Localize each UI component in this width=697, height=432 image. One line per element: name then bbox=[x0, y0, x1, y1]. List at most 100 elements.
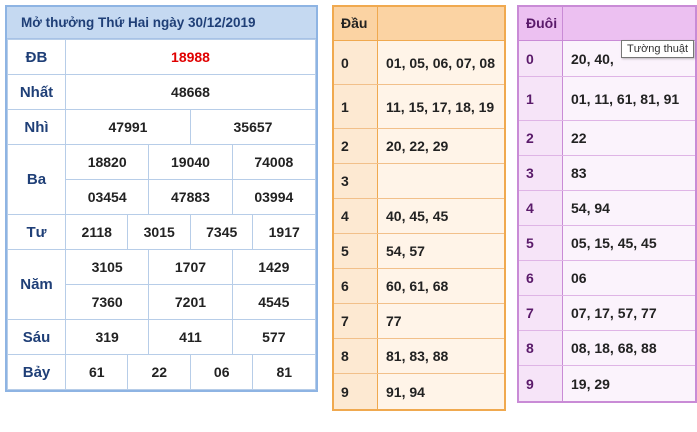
duoi-values: 07, 17, 57, 77 bbox=[563, 296, 695, 330]
dau-values: 60, 61, 68 bbox=[378, 269, 504, 303]
prize-value: 577 bbox=[231, 319, 317, 355]
prize-label-sau: Sáu bbox=[7, 319, 66, 355]
dau-row: 4 40, 45, 45 bbox=[334, 199, 504, 234]
prize-value: 18820 bbox=[64, 144, 150, 180]
prize-label-nhat: Nhất bbox=[7, 74, 66, 110]
dau-row: 1 11, 15, 17, 18, 19 bbox=[334, 85, 504, 129]
dau-values: 40, 45, 45 bbox=[378, 199, 504, 233]
duoi-table: Đuôi 0 20, 40, 1 01, 11, 61, 81, 91 2 22… bbox=[517, 5, 697, 403]
dau-key: 0 bbox=[334, 41, 378, 84]
dau-row: 7 77 bbox=[334, 304, 504, 339]
duoi-row: 2 22 bbox=[519, 121, 695, 156]
prize-value: 03994 bbox=[231, 179, 317, 215]
duoi-values: 01, 11, 61, 81, 91 bbox=[563, 77, 695, 120]
dau-values: 54, 57 bbox=[378, 234, 504, 268]
prize-label-ba: Ba bbox=[7, 144, 66, 215]
prize-label-tu: Tư bbox=[7, 214, 66, 250]
dau-row: 9 91, 94 bbox=[334, 374, 504, 409]
duoi-row: 5 05, 15, 45, 45 bbox=[519, 226, 695, 261]
duoi-header: Đuôi bbox=[519, 7, 695, 41]
prize-value: 411 bbox=[148, 319, 233, 355]
dau-row: 6 60, 61, 68 bbox=[334, 269, 504, 304]
duoi-row: 8 08, 18, 68, 88 bbox=[519, 331, 695, 366]
prize-value: 61 bbox=[64, 354, 129, 390]
duoi-key: 0 bbox=[519, 41, 563, 76]
duoi-row: 6 06 bbox=[519, 261, 695, 296]
dau-values: 01, 05, 06, 07, 08 bbox=[378, 41, 504, 84]
prize-value: 3015 bbox=[127, 214, 191, 250]
dau-key: 5 bbox=[334, 234, 378, 268]
duoi-row: 7 07, 17, 57, 77 bbox=[519, 296, 695, 331]
prize-value: 7360 bbox=[64, 284, 150, 320]
dau-header-blank bbox=[378, 7, 504, 40]
prize-value-nhat: 48668 bbox=[65, 74, 316, 110]
duoi-header-blank bbox=[563, 7, 695, 40]
dau-header-label: Đầu bbox=[334, 7, 378, 40]
prize-value: 7201 bbox=[148, 284, 233, 320]
prize-value: 7345 bbox=[189, 214, 254, 250]
prize-value: 1429 bbox=[231, 249, 317, 285]
duoi-row: 9 19, 29 bbox=[519, 366, 695, 401]
results-table: Mở thưởng Thứ Hai ngày 30/12/2019 ĐB 189… bbox=[5, 5, 318, 392]
prize-label-db: ĐB bbox=[7, 39, 66, 75]
dau-row: 5 54, 57 bbox=[334, 234, 504, 269]
dau-key: 1 bbox=[334, 85, 378, 128]
prize-value-db: 18988 bbox=[65, 39, 316, 75]
prize-row-ba: Ba 18820 19040 74008 bbox=[7, 144, 317, 215]
dau-key: 2 bbox=[334, 129, 378, 163]
prize-value: 06 bbox=[189, 354, 254, 390]
duoi-row: 1 01, 11, 61, 81, 91 bbox=[519, 77, 695, 121]
dau-values: 81, 83, 88 bbox=[378, 339, 504, 373]
dau-key: 8 bbox=[334, 339, 378, 373]
results-grid: ĐB 18988 Nhất 48668 Nhì 47991 35657 Ba 1… bbox=[7, 39, 317, 390]
dau-row: 3 bbox=[334, 164, 504, 199]
duoi-header-label: Đuôi bbox=[519, 7, 563, 40]
prize-label-nam: Năm bbox=[7, 249, 66, 320]
duoi-key: 2 bbox=[519, 121, 563, 155]
dau-key: 4 bbox=[334, 199, 378, 233]
duoi-key: 4 bbox=[519, 191, 563, 225]
duoi-values: 54, 94 bbox=[563, 191, 695, 225]
prize-row-bay: Bảy 61 22 06 81 bbox=[7, 354, 316, 390]
dau-row: 2 20, 22, 29 bbox=[334, 129, 504, 164]
duoi-row: 3 83 bbox=[519, 156, 695, 191]
dau-values bbox=[378, 164, 504, 198]
duoi-values: 06 bbox=[563, 261, 695, 295]
duoi-key: 1 bbox=[519, 77, 563, 120]
results-title: Mở thưởng Thứ Hai ngày 30/12/2019 bbox=[7, 7, 316, 39]
prize-value: 319 bbox=[64, 319, 150, 355]
prize-value: 03454 bbox=[64, 179, 150, 215]
duoi-key: 7 bbox=[519, 296, 563, 330]
duoi-key: 3 bbox=[519, 156, 563, 190]
prize-value: 1707 bbox=[148, 249, 233, 285]
duoi-row: 4 54, 94 bbox=[519, 191, 695, 226]
duoi-values: 83 bbox=[563, 156, 695, 190]
dau-values: 20, 22, 29 bbox=[378, 129, 504, 163]
prize-value: 81 bbox=[252, 354, 316, 390]
dau-key: 6 bbox=[334, 269, 378, 303]
duoi-values: 19, 29 bbox=[563, 366, 695, 401]
prize-row-db: ĐB 18988 bbox=[7, 39, 316, 75]
duoi-values: 08, 18, 68, 88 bbox=[563, 331, 695, 365]
duoi-values: 22 bbox=[563, 121, 695, 155]
dau-values: 91, 94 bbox=[378, 374, 504, 409]
prize-value: 35657 bbox=[189, 109, 317, 145]
prize-value: 47883 bbox=[148, 179, 233, 215]
duoi-key: 8 bbox=[519, 331, 563, 365]
dau-header: Đầu bbox=[334, 7, 504, 41]
dau-key: 7 bbox=[334, 304, 378, 338]
prize-row-nhi: Nhì 47991 35657 bbox=[7, 109, 317, 145]
duoi-values: 05, 15, 45, 45 bbox=[563, 226, 695, 260]
duoi-key: 6 bbox=[519, 261, 563, 295]
prize-row-nam: Năm 3105 1707 1429 bbox=[7, 249, 317, 320]
prize-value: 2118 bbox=[64, 214, 129, 250]
prize-row-tu: Tư 2118 3015 7345 1917 bbox=[7, 214, 316, 250]
prize-value: 4545 bbox=[231, 284, 317, 320]
duoi-key: 9 bbox=[519, 366, 563, 401]
duoi-key: 5 bbox=[519, 226, 563, 260]
dau-row: 0 01, 05, 06, 07, 08 bbox=[334, 41, 504, 85]
dau-key: 3 bbox=[334, 164, 378, 198]
dau-key: 9 bbox=[334, 374, 378, 409]
tooltip: Tường thuật bbox=[621, 40, 695, 58]
prize-value: 22 bbox=[127, 354, 191, 390]
